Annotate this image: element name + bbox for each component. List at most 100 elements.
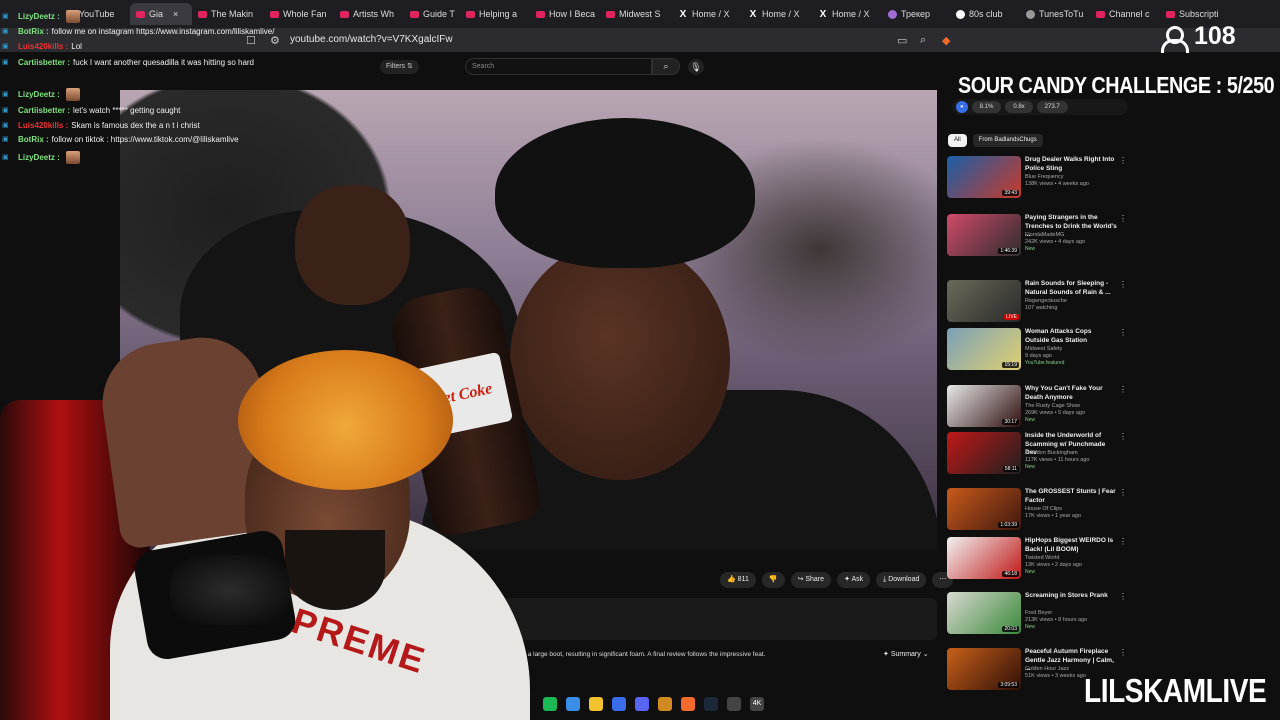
recommendation-item[interactable]: 46:18 HipHops Biggest WEIRDO Is Back! (Li… xyxy=(946,537,1128,583)
browser-tab[interactable]: Artists Wh xyxy=(334,3,404,25)
video-thumbnail[interactable]: 3:09:53 xyxy=(947,648,1021,690)
streamer-hair xyxy=(238,350,453,490)
brave-shield-icon[interactable]: ◆ xyxy=(942,34,950,47)
video-thumbnail[interactable]: 1:46:39 xyxy=(947,214,1021,256)
kebab-menu-icon[interactable]: ⋮ xyxy=(1119,385,1127,394)
video-thumbnail[interactable]: 15:19 xyxy=(947,328,1021,370)
video-title[interactable]: Screaming in Stores Prank xyxy=(1025,592,1117,601)
browser-tab[interactable]: How I Beca xyxy=(530,3,600,25)
recommendation-item[interactable]: 30:17 Why You Can't Fake Your Death Anymo… xyxy=(946,385,1128,431)
kebab-menu-icon[interactable]: ⋮ xyxy=(1119,432,1127,441)
obs-icon[interactable] xyxy=(727,697,741,711)
search-icon[interactable]: ⌕ xyxy=(652,58,680,75)
recommendation-item[interactable]: 20:03 Screaming in Stores Prank Fred Beyer… xyxy=(946,592,1128,638)
video-thumbnail[interactable]: 58:11 xyxy=(947,432,1021,474)
video-badge: New xyxy=(1025,246,1036,252)
share-label: Share xyxy=(805,576,825,583)
recommendation-item[interactable]: 15:19 Woman Attacks Cops Outside Gas Stat… xyxy=(946,328,1128,374)
chat-message: ▣ BotRix : follow on tiktok : https://www.… xyxy=(2,135,239,144)
recommendation-item[interactable]: 58:11 Inside the Underworld of Scamming w… xyxy=(946,432,1128,478)
filter-chip[interactable]: From BadlandsChugs xyxy=(972,134,1043,147)
video-title[interactable]: The GROSSEST Stunts | Fear Factor xyxy=(1025,488,1117,505)
browser-tab[interactable]: X Home / X xyxy=(672,3,742,25)
microphone-icon[interactable]: 🎙 xyxy=(688,59,704,75)
steam-icon[interactable] xyxy=(704,697,718,711)
kebab-menu-icon[interactable]: ⋮ xyxy=(1119,328,1127,337)
browser-tab[interactable]: X Home / X xyxy=(742,3,812,25)
video-thumbnail[interactable]: 20:03 xyxy=(947,592,1021,634)
browser-tab[interactable]: Трекер xyxy=(882,3,950,25)
video-title[interactable]: HipHops Biggest WEIRDO Is Back! (Lil BOO… xyxy=(1025,537,1117,554)
video-meta: 13K views • 2 days ago xyxy=(1025,562,1082,568)
video-meta: 9 days ago xyxy=(1025,353,1052,359)
kebab-menu-icon[interactable]: ⋮ xyxy=(1119,280,1127,289)
4k-icon[interactable]: 4K xyxy=(750,697,764,711)
browser-tab[interactable]: Helping a xyxy=(460,3,530,25)
channel-name[interactable]: The Rusty Cage Show xyxy=(1025,403,1080,410)
channel-name[interactable]: Brandon Buckingham xyxy=(1025,450,1078,457)
kebab-menu-icon[interactable]: ⋮ xyxy=(1119,648,1127,657)
kebab-menu-icon[interactable]: ⋮ xyxy=(1119,537,1127,546)
like-count: 811 xyxy=(737,576,749,583)
cast-icon[interactable]: ▭ xyxy=(897,34,907,47)
filters-button[interactable]: Filters ⇅ xyxy=(380,60,419,74)
kebab-menu-icon[interactable]: ⋮ xyxy=(1119,214,1127,223)
folder-icon[interactable] xyxy=(589,697,603,711)
recommendation-item[interactable]: 1:46:39 Paying Strangers in the Trenches … xyxy=(946,214,1128,260)
browser-tab[interactable]: Guide T xyxy=(404,3,460,25)
browser-tab[interactable]: 80s club xyxy=(950,3,1020,25)
channel-name[interactable]: Midwest Safety xyxy=(1025,346,1062,353)
chat-username: BotRix : xyxy=(18,135,49,144)
kebab-menu-icon[interactable]: ⋮ xyxy=(1119,488,1127,497)
recommendation-item[interactable]: 1:03:39 The GROSSEST Stunts | Fear Factor… xyxy=(946,488,1128,534)
video-thumbnail[interactable]: 46:18 xyxy=(947,537,1021,579)
spotify-icon[interactable] xyxy=(543,697,557,711)
description-box[interactable] xyxy=(480,598,937,640)
search-input[interactable]: Search xyxy=(465,58,652,75)
like-button[interactable]: 👍 811 xyxy=(720,572,756,588)
video-title[interactable]: Why You Can't Fake Your Death Anymore xyxy=(1025,385,1117,402)
recommendation-item[interactable]: 39:43 Drug Dealer Walks Right Into Police… xyxy=(946,156,1128,202)
winamp-icon[interactable] xyxy=(658,697,672,711)
channel-name[interactable]: Regengeräusche xyxy=(1025,298,1067,305)
brave-icon[interactable] xyxy=(681,697,695,711)
tracker-icon xyxy=(888,9,897,19)
share-button[interactable]: ↪ Share xyxy=(790,572,832,588)
filter-chip[interactable]: All xyxy=(948,134,967,147)
streamer-beard xyxy=(285,530,385,610)
url-text[interactable]: youtube.com/watch?v=V7KXgalcIFw xyxy=(290,34,453,45)
browser-tab[interactable]: Channel c xyxy=(1090,3,1160,25)
kebab-menu-icon[interactable]: ⋮ xyxy=(1119,592,1127,601)
ask-button[interactable]: ✦ Ask xyxy=(837,572,871,588)
browser-tab[interactable]: TunesToTu xyxy=(1020,3,1090,25)
dislike-button[interactable]: 👎 xyxy=(761,572,785,588)
filters-label: Filters xyxy=(386,63,406,70)
channel-name[interactable]: House Of Clips xyxy=(1025,506,1062,513)
video-thumbnail[interactable]: LIVE xyxy=(947,280,1021,322)
video-thumbnail[interactable]: 39:43 xyxy=(947,156,1021,198)
channel-name[interactable]: Blue Frequency xyxy=(1025,174,1064,181)
video-title[interactable]: Drug Dealer Walks Right Into Police Stin… xyxy=(1025,156,1117,173)
video-title[interactable]: Woman Attacks Cops Outside Gas Station xyxy=(1025,328,1117,345)
browser-tab[interactable]: X Home / X xyxy=(812,3,882,25)
video-title[interactable]: Rain Sounds for Sleeping - Natural Sound… xyxy=(1025,280,1117,297)
chat-text: fuck I want another quesadilla it was hi… xyxy=(73,58,255,67)
chat-username: Cartiisbetter : xyxy=(18,106,71,115)
download-button[interactable]: ⤓ Download xyxy=(876,572,927,588)
video-thumbnail[interactable]: 30:17 xyxy=(947,385,1021,427)
recommendation-chips: All From BadlandsChugs xyxy=(948,134,1043,147)
channel-name[interactable]: Golden Hour Jazz xyxy=(1025,666,1069,673)
video-thumbnail[interactable]: 1:03:39 xyxy=(947,488,1021,530)
browser-tab[interactable]: Midwest S xyxy=(600,3,672,25)
recommendation-item[interactable]: LIVE Rain Sounds for Sleeping - Natural S… xyxy=(946,280,1128,326)
copilot-icon[interactable] xyxy=(566,697,580,711)
discord-icon[interactable] xyxy=(635,697,649,711)
summary-button[interactable]: ✦ Summary ⌄ xyxy=(883,650,929,658)
search-placeholder: Search xyxy=(472,63,495,70)
kebab-menu-icon[interactable]: ⋮ xyxy=(1119,156,1127,165)
channel-name[interactable]: FloridaMadeMG xyxy=(1025,232,1064,239)
zoom-icon[interactable]: ⌕ xyxy=(920,34,926,47)
channel-name[interactable]: Fred Beyer xyxy=(1025,610,1052,617)
channel-name[interactable]: Twisted World xyxy=(1025,555,1059,562)
store-icon[interactable] xyxy=(612,697,626,711)
